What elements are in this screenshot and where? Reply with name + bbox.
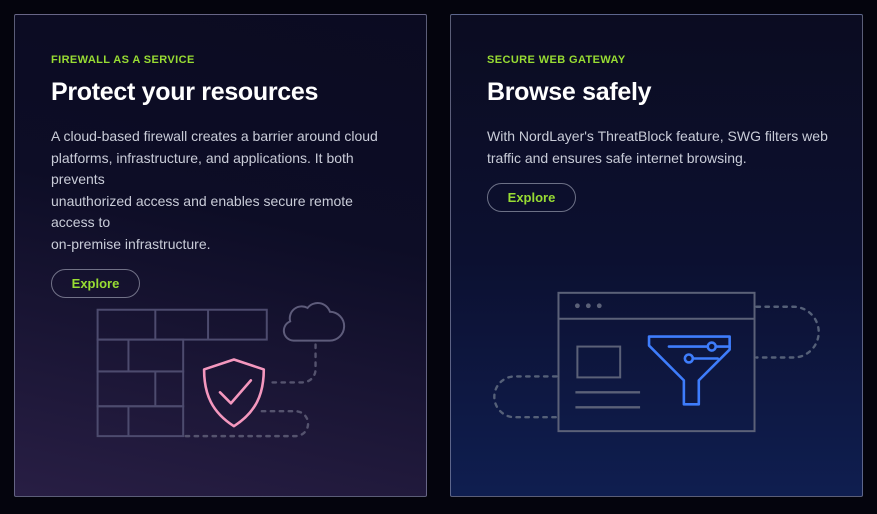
card-description-firewall: A cloud-based firewall creates a barrier…	[51, 128, 378, 252]
card-title-swg: Browse safely	[487, 78, 652, 106]
card-copy: SECURE WEB GATEWAY Browse safely With No…	[487, 53, 832, 212]
card-firewall-as-a-service: FIREWALL AS A SERVICE Protect your resou…	[14, 14, 427, 497]
dashed-connector	[493, 305, 820, 419]
shield-check-icon	[202, 358, 266, 428]
cloud-icon	[282, 302, 346, 342]
filter-funnel-icon	[647, 335, 731, 406]
card-secure-web-gateway: SECURE WEB GATEWAY Browse safely With No…	[450, 14, 863, 497]
explore-button-swg[interactable]: Explore	[487, 183, 576, 212]
eyebrow-label-swg: SECURE WEB GATEWAY	[487, 54, 626, 66]
services-section: FIREWALL AS A SERVICE Protect your resou…	[0, 0, 877, 514]
browser-window-icon	[557, 291, 756, 433]
dashed-connector	[182, 343, 317, 438]
card-copy: FIREWALL AS A SERVICE Protect your resou…	[51, 53, 396, 298]
card-title-firewall: Protect your resources	[51, 78, 319, 106]
eyebrow-label-firewall: FIREWALL AS A SERVICE	[51, 54, 195, 66]
brick-wall-icon	[96, 308, 268, 438]
card-description-swg: With NordLayer's ThreatBlock feature, SW…	[487, 128, 828, 166]
explore-button-firewall[interactable]: Explore	[51, 269, 140, 298]
